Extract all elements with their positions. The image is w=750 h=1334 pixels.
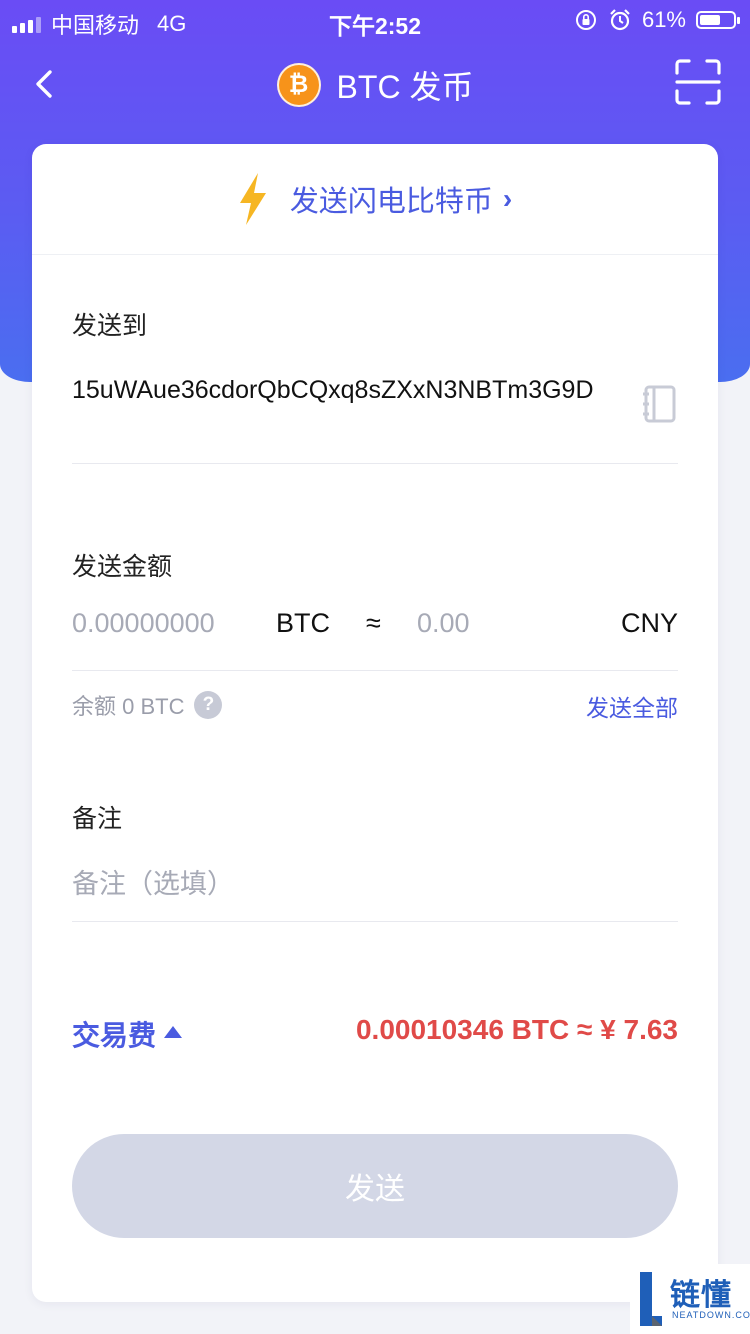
fee-label: 交易费 xyxy=(72,1020,157,1051)
approx-symbol: ≈ xyxy=(366,608,381,638)
help-icon[interactable]: ? xyxy=(194,691,223,719)
fee-toggle[interactable]: 交易费 xyxy=(72,1014,183,1054)
lightning-send-link[interactable]: 发送闪电比特币 › xyxy=(32,144,718,255)
watermark-text: 链懂 xyxy=(670,1279,732,1312)
status-bar: 中国移动 4G 下午2:52 61% xyxy=(0,0,750,40)
balance-text: 余额 0 BTC xyxy=(72,694,185,719)
watermark-subtext: NEATDOWN.COM xyxy=(672,1310,750,1320)
cny-amount-input[interactable]: 0.00 xyxy=(417,608,470,639)
page-title: ₿ BTC 发币 xyxy=(0,62,750,108)
chevron-right-icon: › xyxy=(502,183,513,214)
send-all-button[interactable]: 发送全部 xyxy=(586,689,678,723)
recipient-divider xyxy=(72,463,678,464)
send-form-card: 发送闪电比特币 › 发送到 15uWAue36cdorQbCQxq8sZXxN3… xyxy=(32,144,718,1302)
amount-row: 0.00000000 BTC ≈ 0.00 CNY xyxy=(72,608,678,648)
lightning-send-label: 发送闪电比特币 xyxy=(289,186,493,218)
fee-value: 0.00010346 BTC ≈ ¥ 7.63 xyxy=(355,1014,678,1045)
memo-input[interactable]: 备注（选填） xyxy=(72,862,234,901)
nav-bar: ₿ BTC 发币 xyxy=(0,50,750,120)
battery-icon xyxy=(696,11,740,29)
btc-unit-label: BTC xyxy=(276,608,330,638)
address-book-icon[interactable] xyxy=(640,384,680,424)
bitcoin-logo-icon: ₿ xyxy=(276,63,321,107)
status-right: 61% xyxy=(574,7,740,33)
lightning-icon xyxy=(239,173,266,225)
btc-amount-input[interactable]: 0.00000000 xyxy=(72,608,215,639)
watermark-logo-icon xyxy=(640,1272,662,1326)
battery-percent: 61% xyxy=(641,7,686,32)
orientation-lock-icon xyxy=(575,10,596,30)
send-button[interactable]: 发送 xyxy=(72,1134,678,1238)
recipient-label: 发送到 xyxy=(72,312,148,340)
alarm-icon xyxy=(610,9,630,31)
memo-divider xyxy=(72,921,678,922)
recipient-address-input[interactable]: 15uWAue36cdorQbCQxq8sZXxN3NBTm3G9D xyxy=(72,374,602,406)
triangle-up-icon xyxy=(164,1026,183,1038)
amount-divider xyxy=(72,670,678,671)
memo-label: 备注 xyxy=(72,805,123,833)
scan-icon[interactable] xyxy=(674,58,722,106)
balance-info: 余额 0 BTC ? xyxy=(72,689,223,721)
site-watermark: 链懂 NEATDOWN.COM xyxy=(630,1264,750,1334)
page-title-text: BTC 发币 xyxy=(336,69,474,105)
amount-label: 发送金额 xyxy=(72,553,173,581)
cny-unit-label: CNY xyxy=(620,608,678,638)
